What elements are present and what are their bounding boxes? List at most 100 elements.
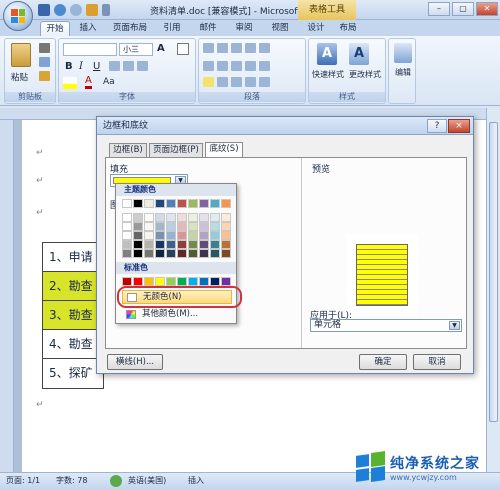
asian-layout-icon[interactable] [231,77,242,87]
minimize-button[interactable]: – [428,2,450,16]
font-name-select[interactable] [63,43,117,56]
save-icon[interactable] [38,4,50,16]
theme-color-swatch[interactable] [199,199,209,208]
theme-color-swatch[interactable] [221,222,231,231]
paste-label[interactable]: 粘贴 [11,71,28,83]
cut-icon[interactable] [39,43,50,56]
strikethrough-icon[interactable] [109,61,120,71]
dialog-close-button[interactable]: × [448,119,470,133]
theme-color-swatch[interactable] [155,222,165,231]
theme-color-swatch[interactable] [199,222,209,231]
quick-styles-label[interactable]: 快速样式 [309,69,347,80]
standard-color-swatch[interactable] [177,277,187,286]
underline-button[interactable]: U [93,61,100,72]
tab-borders[interactable]: 边框(B) [109,143,147,157]
theme-color-swatch[interactable] [166,199,176,208]
theme-color-swatch[interactable] [122,249,132,258]
table-row-highlighted[interactable]: 2、勘查 [43,272,103,301]
decrease-indent-icon[interactable] [245,43,256,53]
theme-color-swatch[interactable] [177,213,187,222]
theme-color-swatch[interactable] [177,222,187,231]
horizontal-line-button[interactable]: 横线(H)... [107,354,163,370]
theme-color-swatch[interactable] [177,240,187,249]
language-indicator[interactable]: 英语(美国) [128,473,166,489]
tab-page-border[interactable]: 页面边框(P) [149,143,203,157]
dialog-help-button[interactable]: ? [427,119,447,133]
theme-color-swatch[interactable] [210,249,220,258]
editing-label[interactable]: 编辑 [391,67,415,78]
grow-font-button[interactable]: A [157,43,165,54]
undo-icon[interactable] [54,4,66,16]
theme-color-swatch[interactable] [144,240,154,249]
theme-color-swatch[interactable] [188,240,198,249]
theme-color-swatch[interactable] [133,222,143,231]
tab-references[interactable]: 引用 [160,21,184,36]
standard-color-swatch[interactable] [221,277,231,286]
tab-design[interactable]: 设计 [304,21,328,36]
theme-color-swatch[interactable] [155,249,165,258]
tab-layout[interactable]: 布局 [336,21,360,36]
tab-page-layout[interactable]: 页面布局 [108,21,152,36]
theme-color-swatch[interactable] [221,199,231,208]
theme-color-swatch[interactable] [122,199,132,208]
insert-mode-indicator[interactable]: 插入 [188,473,204,489]
cancel-button[interactable]: 取消 [413,354,461,370]
theme-color-swatch[interactable] [199,249,209,258]
word-count[interactable]: 字数: 78 [56,473,87,489]
format-painter-icon[interactable] [39,71,50,84]
theme-color-swatch[interactable] [166,240,176,249]
align-center-icon[interactable] [217,61,228,71]
theme-color-swatch[interactable] [133,249,143,258]
theme-color-swatch[interactable] [188,231,198,240]
theme-color-swatch[interactable] [144,249,154,258]
tab-home[interactable]: 开始 [40,21,70,36]
theme-color-swatch[interactable] [221,249,231,258]
theme-color-swatch[interactable] [199,240,209,249]
align-right-icon[interactable] [231,61,242,71]
theme-color-swatch[interactable] [133,240,143,249]
theme-color-swatch[interactable] [221,213,231,222]
theme-color-swatch[interactable] [199,213,209,222]
tab-mailings[interactable]: 邮件 [196,21,220,36]
theme-color-swatch[interactable] [210,213,220,222]
tab-insert[interactable]: 插入 [76,21,100,36]
bold-button[interactable]: B [65,61,73,72]
theme-color-swatch[interactable] [155,213,165,222]
sort-icon[interactable] [245,77,256,87]
font-color-button[interactable]: A [85,76,92,89]
apply-to-select[interactable]: 单元格 ▼ [310,319,462,332]
office-button[interactable] [3,1,33,31]
theme-color-swatch[interactable] [177,231,187,240]
theme-color-swatch[interactable] [166,249,176,258]
theme-color-swatch[interactable] [210,199,220,208]
close-window-button[interactable]: ✕ [476,2,498,16]
change-case-button[interactable]: Aa [103,77,115,87]
vertical-scrollbar[interactable] [486,108,500,472]
tab-view[interactable]: 视图 [268,21,292,36]
standard-color-swatch[interactable] [210,277,220,286]
ok-button[interactable]: 确定 [359,354,407,370]
scrollbar-thumb[interactable] [489,122,498,422]
theme-color-swatch[interactable] [166,222,176,231]
bullets-icon[interactable] [203,43,214,53]
theme-color-swatch[interactable] [188,222,198,231]
standard-color-swatch[interactable] [122,277,132,286]
redo-icon[interactable] [70,4,82,16]
font-size-select[interactable]: 小三 [119,43,153,56]
chevron-down-icon[interactable]: ▼ [449,321,460,330]
table-row[interactable]: 5、探矿 [43,359,103,388]
theme-color-swatch[interactable] [144,222,154,231]
theme-color-swatch[interactable] [166,231,176,240]
numbering-icon[interactable] [217,43,228,53]
quick-print-icon[interactable] [86,4,98,16]
change-styles-label[interactable]: 更改样式 [345,69,385,80]
theme-color-swatch[interactable] [210,231,220,240]
tab-review[interactable]: 审阅 [232,21,256,36]
theme-color-swatch[interactable] [155,231,165,240]
theme-color-swatch[interactable] [177,249,187,258]
standard-color-swatch[interactable] [144,277,154,286]
standard-color-swatch[interactable] [155,277,165,286]
spell-check-icon[interactable] [110,475,122,487]
more-colors-option[interactable]: 其他颜色(M)... [122,308,232,321]
page-count[interactable]: 页面: 1/1 [6,473,40,489]
